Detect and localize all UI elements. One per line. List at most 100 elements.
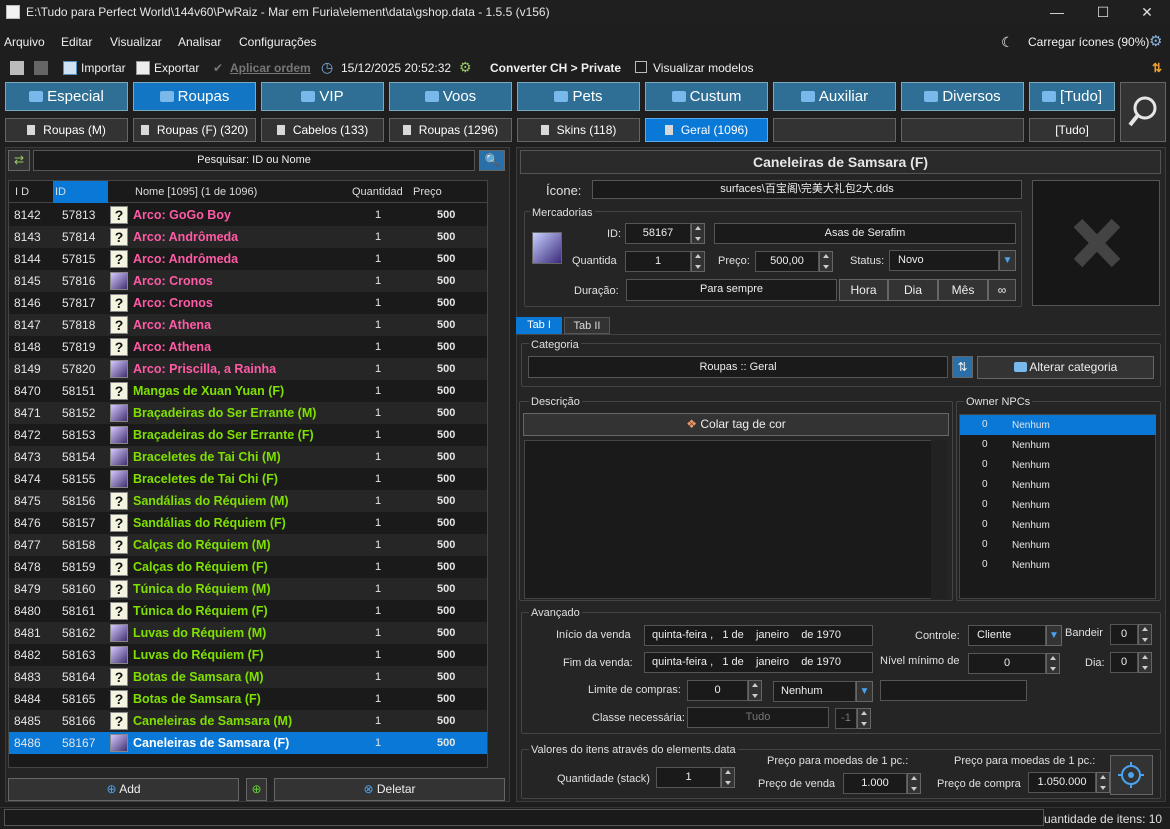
minlevel-input[interactable]: 0 <box>968 653 1046 674</box>
class-num-field[interactable]: -1 <box>835 708 857 729</box>
control-select[interactable]: Cliente <box>968 625 1046 646</box>
table-row[interactable]: 8148 57819? Arco: Athena 1 500 <box>9 336 487 358</box>
day-spinner[interactable] <box>1138 652 1152 673</box>
tab-1[interactable]: Tab I <box>516 317 562 334</box>
sell-price-spinner[interactable] <box>907 773 921 794</box>
table-row[interactable]: 8143 57814? Arco: Andrômeda 1 500 <box>9 226 487 248</box>
convert-button[interactable]: Converter CH > Private <box>490 61 621 75</box>
subcategory-tudo[interactable]: [Tudo] <box>1029 118 1115 142</box>
npc-row[interactable]: 0 Nenhum <box>960 415 1156 435</box>
subcategory-roupas-m[interactable]: Roupas (M) <box>5 118 128 142</box>
table-row[interactable]: 8478 58159? Calças do Réquiem (F) 1 500 <box>9 556 487 578</box>
table-row[interactable]: 8477 58158? Calças do Réquiem (M) 1 500 <box>9 534 487 556</box>
category-vip[interactable]: VIP <box>261 82 384 111</box>
subcategory-empty-2[interactable] <box>901 118 1024 142</box>
big-search-button[interactable] <box>1120 82 1166 142</box>
start-date-picker[interactable]: quinta-feira , 1 de janeiro de 1970 <box>644 625 873 646</box>
moon-icon[interactable]: ☾ <box>1001 34 1014 51</box>
subcategory-skins[interactable]: Skins (118) <box>517 118 640 142</box>
header-qty[interactable]: Quantidad <box>352 186 403 198</box>
end-date-picker[interactable]: quinta-feira , 1 de janeiro de 1970 <box>644 652 873 673</box>
table-row[interactable]: 8486 58167 Caneleiras de Samsara (F) 1 500 <box>9 732 487 754</box>
menu-editar[interactable]: Editar <box>61 35 92 49</box>
gear-icon[interactable]: ⚙ <box>1149 32 1162 50</box>
table-row[interactable]: 8149 57820 Arco: Priscilla, a Rainha 1 500 <box>9 358 487 380</box>
table-row[interactable]: 8474 58155 Braceletes de Tai Chi (F) 1 500 <box>9 468 487 490</box>
icon-path-input[interactable]: surfaces\百宝阁\完美大礼包2大.dds <box>592 180 1022 199</box>
npc-row[interactable]: 0 Nenhum <box>960 435 1156 455</box>
gear-green-icon[interactable]: ⚙ <box>459 59 472 76</box>
menu-visualizar[interactable]: Visualizar <box>110 35 162 49</box>
swap-icon[interactable]: ⇄ <box>8 150 30 171</box>
qty-input[interactable]: 1 <box>625 251 691 272</box>
table-row[interactable]: 8145 57816 Arco: Cronos 1 500 <box>9 270 487 292</box>
view-models-checkbox[interactable] <box>635 61 647 73</box>
header-price[interactable]: Preço <box>413 186 442 198</box>
npc-row[interactable]: 0 Nenhum <box>960 475 1156 495</box>
menu-analisar[interactable]: Analisar <box>178 35 221 49</box>
npc-row[interactable]: 0 Nenhum <box>960 455 1156 475</box>
description-scrollbar[interactable] <box>931 440 947 599</box>
swap-category-icon[interactable]: ⇅ <box>952 356 973 378</box>
search-button[interactable]: 🔍 <box>479 150 505 171</box>
table-row[interactable]: 8470 58151? Mangas de Xuan Yuan (F) 1 500 <box>9 380 487 402</box>
subcategory-roupas[interactable]: Roupas (1296) <box>389 118 512 142</box>
category-diversos[interactable]: Diversos <box>901 82 1024 111</box>
id-input[interactable]: 58167 <box>625 223 691 244</box>
npc-row[interactable]: 0 Nenhum <box>960 515 1156 535</box>
target-button[interactable] <box>1110 755 1153 795</box>
minimize-button[interactable]: — <box>1034 0 1080 24</box>
header-id[interactable]: ID <box>55 186 66 198</box>
npc-row[interactable]: 0 Nenhum <box>960 495 1156 515</box>
category-roupas[interactable]: Roupas <box>133 82 256 111</box>
class-num-spinner[interactable] <box>857 708 871 729</box>
table-row[interactable]: 8473 58154 Braceletes de Tai Chi (M) 1 500 <box>9 446 487 468</box>
status-dropdown-icon[interactable]: ▼ <box>999 250 1016 271</box>
description-textarea[interactable] <box>524 440 947 599</box>
category-pets[interactable]: Pets <box>517 82 640 111</box>
status-select[interactable]: Novo <box>889 250 999 271</box>
infinite-button[interactable]: ∞ <box>988 279 1016 301</box>
flag-input[interactable]: 0 <box>1110 624 1138 645</box>
month-button[interactable]: Mês <box>938 279 988 301</box>
category-tudo[interactable]: [Tudo] <box>1029 82 1115 111</box>
load-icons-label[interactable]: Carregar ícones (90%) <box>1028 35 1149 49</box>
add-button[interactable]: ⊕ Add <box>8 778 239 801</box>
item-list[interactable]: I D ID Nome [1095] (1 de 1096) Quantidad… <box>8 180 488 768</box>
header-name[interactable]: Nome [1095] (1 de 1096) <box>135 186 257 198</box>
limit-input[interactable]: 0 <box>687 680 748 701</box>
category-custum[interactable]: Custum <box>645 82 768 111</box>
add-green-button[interactable]: ⊕ <box>246 778 267 801</box>
paste-color-button[interactable]: ❖ Colar tag de cor <box>523 413 949 436</box>
maximize-button[interactable]: ☐ <box>1080 0 1126 24</box>
menu-arquivo[interactable]: Arquivo <box>4 35 45 49</box>
day-input[interactable]: 0 <box>1110 652 1138 673</box>
save-icon[interactable] <box>34 61 48 75</box>
price-input[interactable]: 500,00 <box>755 251 819 272</box>
close-button[interactable]: ✕ <box>1124 0 1170 24</box>
table-row[interactable]: 8146 57817? Arco: Cronos 1 500 <box>9 292 487 314</box>
table-row[interactable]: 8471 58152 Braçadeiras do Ser Errante (M) 1… <box>9 402 487 424</box>
qty-spinner[interactable] <box>691 251 705 272</box>
change-category-button[interactable]: Alterar categoria <box>977 356 1154 379</box>
refresh-icon[interactable]: ⇅ <box>1152 61 1162 75</box>
table-row[interactable]: 8144 57815? Arco: Andrômeda 1 500 <box>9 248 487 270</box>
subcategory-empty-1[interactable] <box>773 118 896 142</box>
sell-price-input[interactable]: 1.000 <box>843 773 907 794</box>
npc-row[interactable]: 0 Nenhum <box>960 555 1156 575</box>
search-input[interactable]: Pesquisar: ID ou Nome <box>33 150 475 171</box>
tab-2[interactable]: Tab II <box>564 317 610 334</box>
limit-dropdown-icon[interactable]: ▼ <box>856 681 873 702</box>
table-row[interactable]: 8472 58153 Braçadeiras do Ser Errante (F) 1… <box>9 424 487 446</box>
stack-input[interactable]: 1 <box>656 767 721 788</box>
minlevel-spinner[interactable] <box>1046 653 1060 674</box>
limit-extra-field[interactable] <box>880 680 1027 701</box>
flag-spinner[interactable] <box>1138 624 1152 645</box>
category-especial[interactable]: Especial <box>5 82 128 111</box>
table-row[interactable]: 8484 58165? Botas de Samsara (F) 1 500 <box>9 688 487 710</box>
owner-npcs-list[interactable]: 0 Nenhum 0 Nenhum 0 Nenhum 0 Nenhum 0 Nenhum 0 Nenh… <box>959 414 1156 599</box>
table-row[interactable]: 8147 57818? Arco: Athena 1 500 <box>9 314 487 336</box>
buy-price-spinner[interactable] <box>1096 772 1110 793</box>
category-auxiliar[interactable]: Auxiliar <box>773 82 896 111</box>
subcategory-roupas-f[interactable]: Roupas (F) (320) <box>133 118 256 142</box>
